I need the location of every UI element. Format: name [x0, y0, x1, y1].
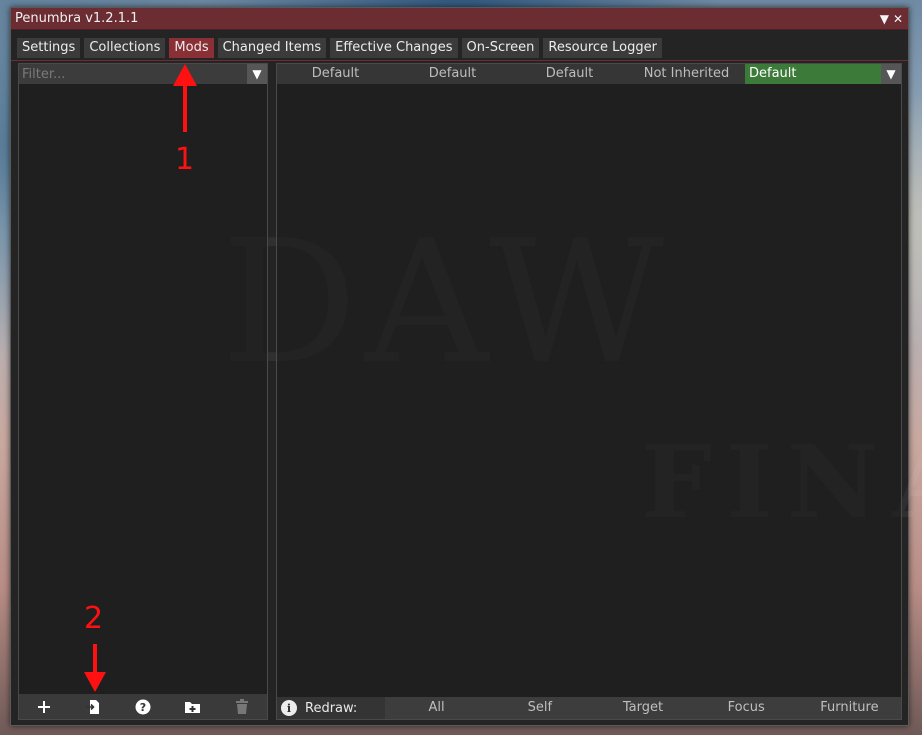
- mod-list-footer: ?: [19, 694, 267, 719]
- mod-list-panel: ▼ ?: [18, 63, 268, 720]
- title-bar[interactable]: Penumbra v1.2.1.1 ▼ ✕: [11, 8, 908, 30]
- tab-collections[interactable]: Collections: [84, 38, 166, 58]
- svg-text:?: ?: [140, 701, 146, 714]
- collection-default-3[interactable]: Default: [511, 64, 628, 84]
- annotation-arrow-1: [173, 64, 197, 132]
- plus-icon: [37, 700, 50, 713]
- info-icon[interactable]: i: [281, 700, 297, 716]
- penumbra-window: Penumbra v1.2.1.1 ▼ ✕ Settings Collectio…: [10, 7, 922, 726]
- delete-mod-button[interactable]: [230, 697, 254, 717]
- redraw-focus-button[interactable]: Focus: [694, 697, 798, 719]
- tab-changed-items[interactable]: Changed Items: [217, 38, 327, 58]
- collapse-icon[interactable]: ▼: [880, 13, 889, 25]
- redraw-furniture-button[interactable]: Furniture: [797, 697, 902, 719]
- title-controls: ▼ ✕: [880, 13, 903, 25]
- redraw-target-button[interactable]: Target: [591, 697, 695, 719]
- tab-resource-logger[interactable]: Resource Logger: [543, 38, 662, 58]
- tab-on-screen[interactable]: On-Screen: [461, 38, 540, 58]
- tab-settings[interactable]: Settings: [17, 38, 81, 58]
- filter-row: ▼: [19, 64, 267, 84]
- add-mod-button[interactable]: [32, 697, 56, 717]
- annotation-number-1: 1: [175, 142, 195, 177]
- collection-selector-row: Default Default Default Not Inherited De…: [277, 64, 901, 84]
- chevron-down-icon: ▼: [886, 67, 896, 81]
- new-folder-icon: [185, 701, 201, 713]
- mod-details-panel: Default Default Default Not Inherited De…: [276, 63, 902, 720]
- tab-effective-changes[interactable]: Effective Changes: [330, 38, 458, 58]
- redraw-label: Redraw:: [305, 700, 358, 716]
- import-file-icon: [86, 699, 100, 714]
- trash-icon: [236, 698, 249, 714]
- mod-filter-input[interactable]: [19, 64, 247, 84]
- annotation-number-2: 2: [84, 601, 104, 636]
- help-button[interactable]: ?: [131, 697, 155, 717]
- tab-mods[interactable]: Mods: [169, 38, 214, 58]
- filter-dropdown-button[interactable]: ▼: [247, 64, 267, 84]
- window-title: Penumbra v1.2.1.1: [15, 11, 139, 26]
- add-folder-button[interactable]: [181, 697, 205, 717]
- collection-not-inherited[interactable]: Not Inherited: [628, 64, 745, 84]
- chevron-down-icon: ▼: [252, 67, 262, 81]
- collection-default-2[interactable]: Default: [394, 64, 511, 84]
- collection-default-1[interactable]: Default: [277, 64, 394, 84]
- collection-dropdown-button[interactable]: ▼: [881, 64, 901, 84]
- close-icon[interactable]: ✕: [893, 13, 903, 25]
- tab-bar: Settings Collections Mods Changed Items …: [11, 30, 908, 61]
- annotation-arrow-2: [84, 644, 106, 692]
- redraw-self-button[interactable]: Self: [488, 697, 592, 719]
- redraw-all-button[interactable]: All: [385, 697, 489, 719]
- help-icon: ?: [135, 699, 151, 714]
- redraw-bar: i Redraw: All Self Target Focus Furnitur…: [277, 697, 902, 719]
- collection-selected[interactable]: Default: [745, 64, 881, 84]
- import-mod-button[interactable]: [81, 697, 105, 717]
